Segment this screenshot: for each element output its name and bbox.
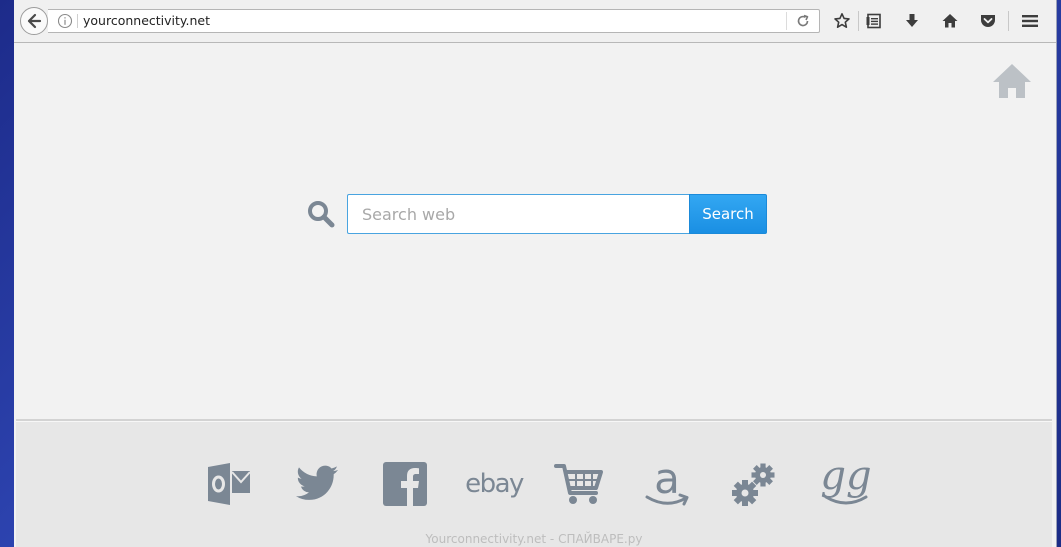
pocket-icon[interactable]: [978, 11, 998, 31]
home-icon[interactable]: [991, 62, 1033, 100]
settings-icon[interactable]: [730, 459, 780, 509]
url-text[interactable]: yourconnectivity.net: [83, 13, 210, 29]
reload-separator: [786, 12, 787, 30]
reload-icon[interactable]: [795, 13, 811, 29]
gg-label: gg: [820, 459, 871, 499]
url-separator: [77, 14, 78, 28]
bookmark-star-icon[interactable]: [832, 11, 852, 31]
amazon-icon[interactable]: a: [642, 459, 692, 509]
info-icon[interactable]: [57, 13, 73, 29]
facebook-icon[interactable]: [380, 459, 430, 509]
twitter-icon[interactable]: [292, 459, 342, 509]
outlook-icon[interactable]: [204, 459, 254, 509]
gg-icon[interactable]: gg: [816, 459, 876, 509]
menu-hamburger-icon[interactable]: [1020, 11, 1040, 31]
search-input[interactable]: [347, 194, 689, 234]
url-bar[interactable]: yourconnectivity.net: [48, 9, 820, 33]
toolbar-divider: [1008, 11, 1009, 31]
shopping-cart-icon[interactable]: [554, 459, 604, 509]
reading-list-icon[interactable]: [864, 11, 884, 31]
ebay-icon[interactable]: ebay: [462, 459, 526, 509]
search-icon: [308, 201, 335, 228]
browser-toolbar: yourconnectivity.net: [14, 0, 1056, 43]
ebay-label: ebay: [465, 469, 524, 499]
shortcut-dock: ebay a gg Yourconnectivity.net - СПАЙВАР…: [16, 419, 1052, 547]
download-icon[interactable]: [902, 11, 922, 31]
search-button[interactable]: Search: [689, 194, 767, 234]
arrow-left-icon: [27, 13, 42, 29]
browser-window: yourconnectivity.net Search web Search e…: [14, 0, 1057, 547]
back-button[interactable]: [20, 7, 48, 35]
amazon-label: a: [654, 459, 680, 503]
toolbar-divider: [858, 11, 859, 31]
home-icon[interactable]: [940, 11, 960, 31]
watermark-text: Yourconnectivity.net - СПАЙВАРЕ.ру: [425, 532, 643, 546]
